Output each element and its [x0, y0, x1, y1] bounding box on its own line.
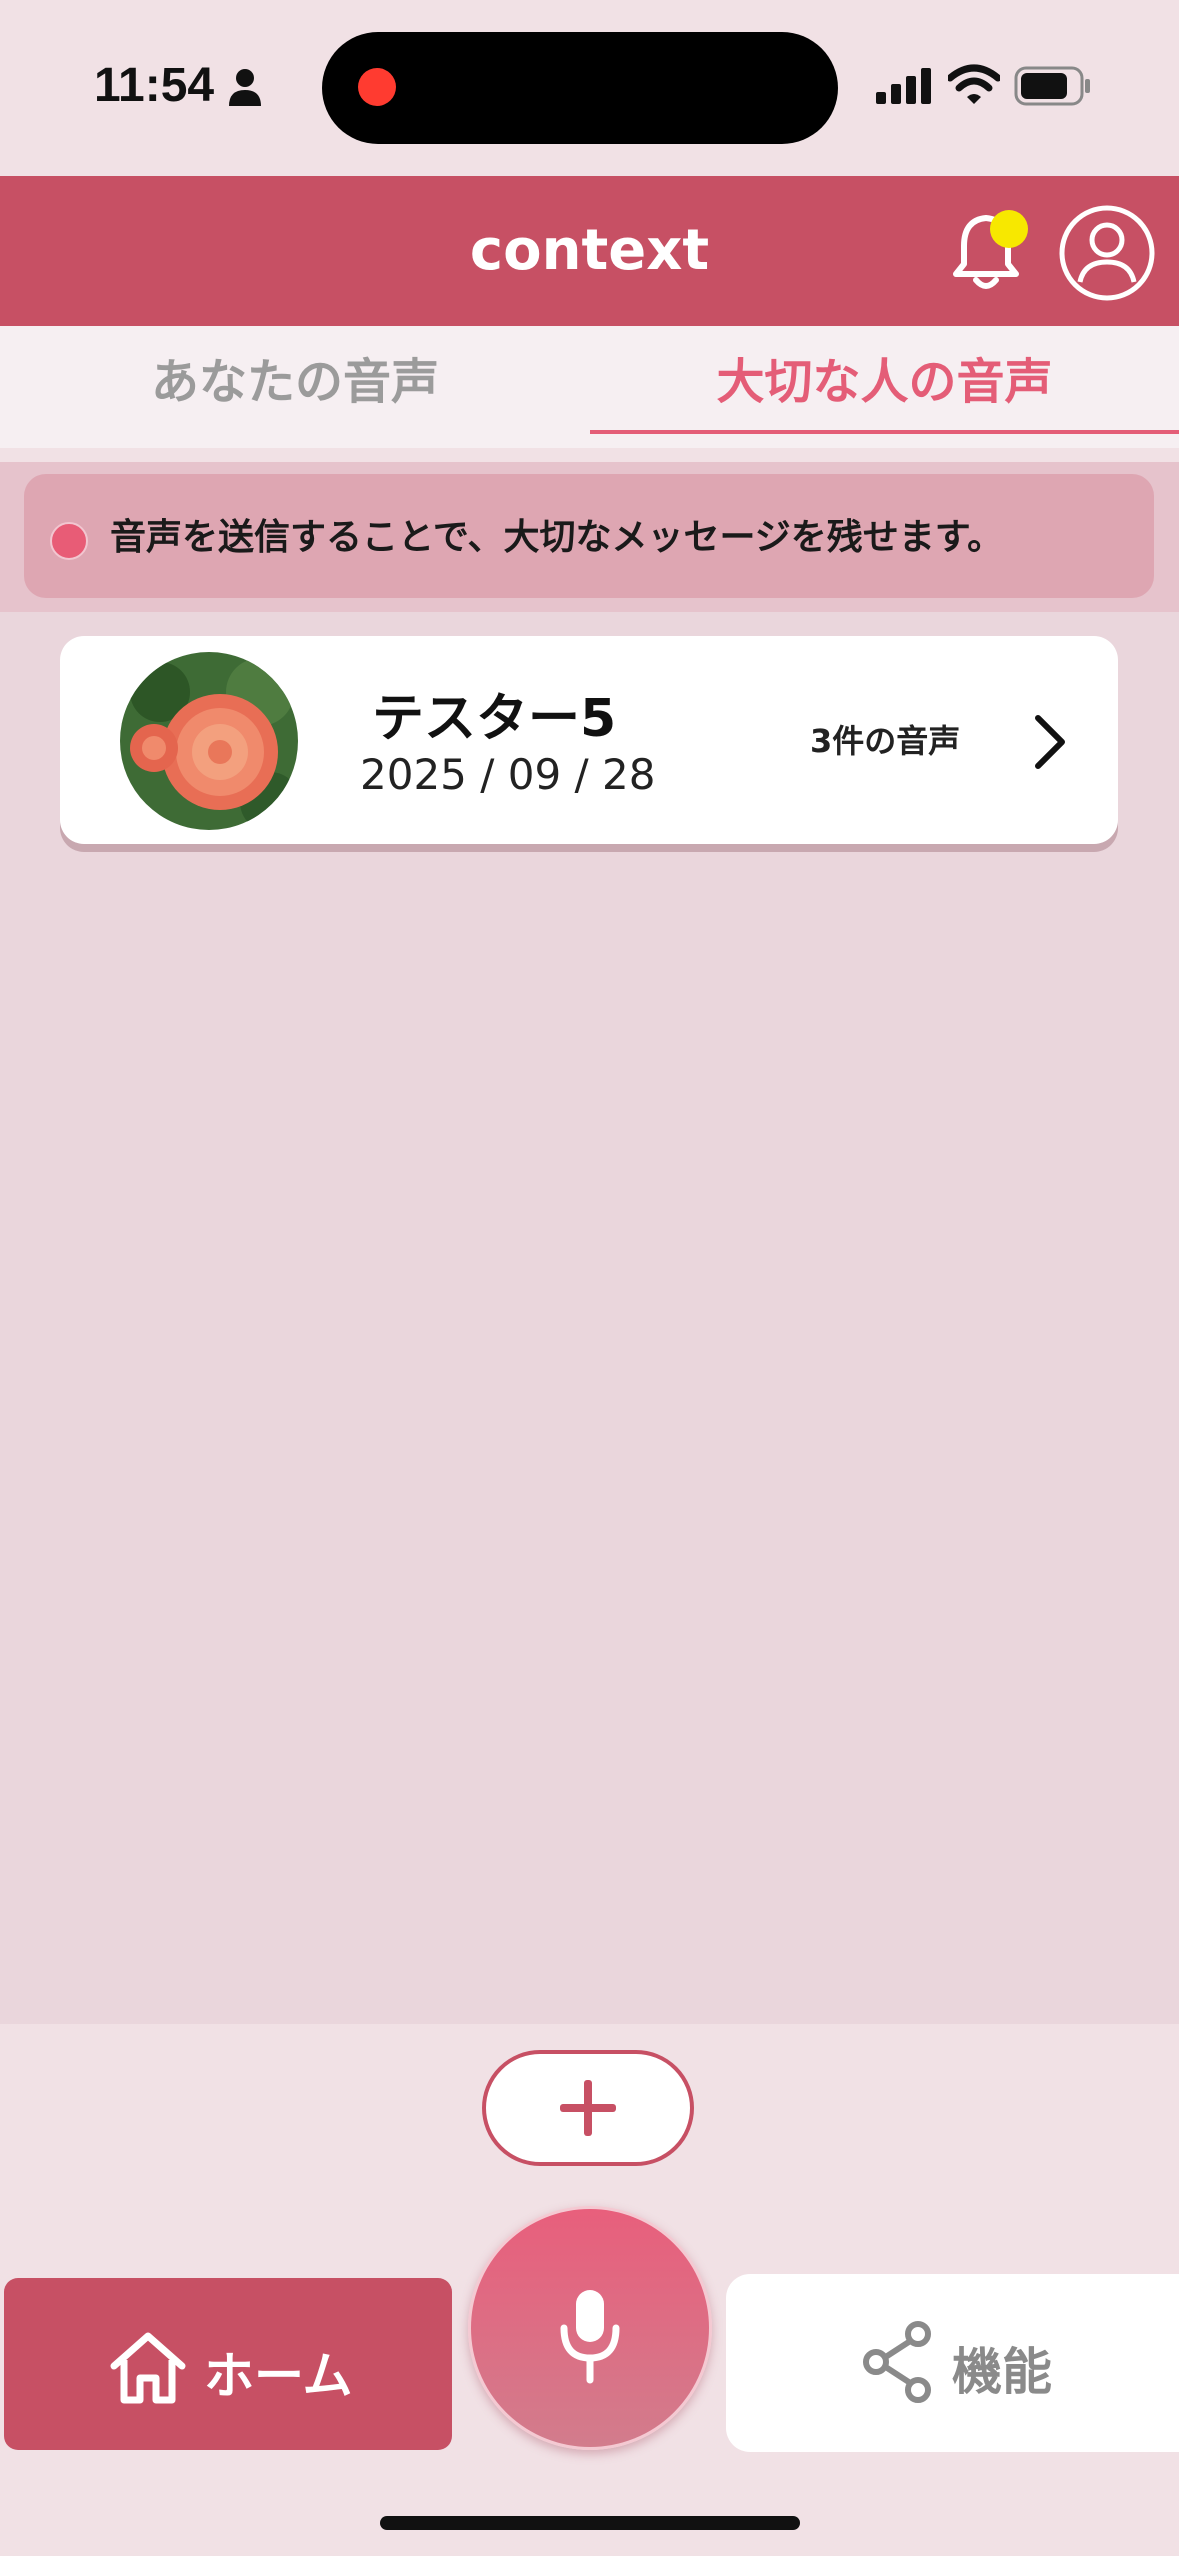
home-indicator: [380, 2516, 800, 2530]
voice-count: 3件の音声: [810, 722, 961, 760]
share-icon: [863, 2321, 931, 2403]
person-icon: [229, 69, 261, 106]
signal-icon: [876, 68, 931, 104]
plus-icon: [560, 2080, 616, 2136]
contact-name: テスター5: [372, 689, 617, 749]
tab-important-voice[interactable]: 大切な人の音声: [590, 326, 1179, 438]
wifi-icon: [948, 64, 1000, 104]
battery-icon: [1014, 66, 1090, 106]
microphone-icon: [560, 2290, 620, 2384]
status-time: 11:54: [94, 59, 215, 112]
recording-indicator-icon: [358, 68, 396, 106]
chevron-right-icon: [1035, 715, 1065, 769]
profile-icon[interactable]: [1058, 204, 1156, 302]
banner-dot-icon: [50, 522, 88, 560]
banner-text: 音声を送信することで、大切なメッセージを残せます。: [110, 517, 1004, 558]
home-icon: [110, 2332, 186, 2404]
contact-date: 2025 / 09 / 28: [360, 750, 656, 799]
add-button[interactable]: [482, 2050, 694, 2166]
dynamic-island: [322, 32, 838, 144]
home-label: ホーム: [204, 2347, 353, 2405]
tab-your-voice[interactable]: あなたの音声: [0, 326, 590, 438]
avatar: [120, 652, 298, 830]
active-tab-indicator: [590, 430, 1179, 434]
notification-dot: [990, 210, 1028, 248]
features-label: 機能: [952, 2343, 1052, 2401]
